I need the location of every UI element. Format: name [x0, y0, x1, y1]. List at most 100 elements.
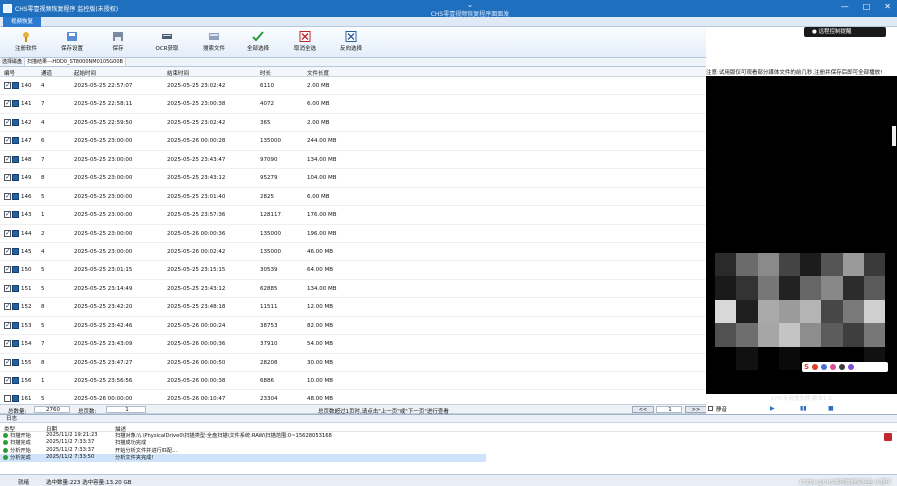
cell-end-time: 2025-05-26 00:00:38: [167, 378, 226, 384]
table-row[interactable]: 146 5 2025-05-25 23:00:00 2025-05-25 23:01:…: [0, 188, 706, 207]
pause-button[interactable]: ▮▮: [800, 405, 807, 412]
play-button[interactable]: ▶: [770, 405, 775, 412]
cell-id: 142: [21, 119, 32, 126]
row-checkbox[interactable]: [4, 247, 11, 255]
row-checkbox[interactable]: [4, 321, 11, 329]
log-date: 2025/11/2 7:33:37: [46, 439, 95, 446]
cell-duration: 30539: [260, 267, 278, 274]
table-row[interactable]: 140 4 2025-05-25 22:57:07 2025-05-25 23:02:…: [0, 77, 706, 96]
col-id-header[interactable]: 编号: [4, 69, 15, 77]
row-checkbox[interactable]: [4, 229, 11, 237]
window-controls: — □ ✕: [841, 2, 891, 11]
prev-page-button[interactable]: <<: [632, 406, 654, 413]
table-row[interactable]: 142 4 2025-05-25 22:59:50 2025-05-25 23:02:…: [0, 114, 706, 133]
table-row[interactable]: 152 8 2025-05-25 23:42:20 2025-05-25 23:48:…: [0, 298, 706, 317]
table-row[interactable]: 154 7 2025-05-25 23:43:09 2025-05-26 00:00:…: [0, 335, 706, 354]
maximize-button[interactable]: □: [863, 2, 871, 11]
cell-file-size: 46.00 MB: [307, 248, 334, 255]
table-row[interactable]: 143 1 2025-05-25 23:00:00 2025-05-25 23:57:…: [0, 206, 706, 225]
log-row[interactable]: 分析开始 2025/11/2 7:33:37 开始分析文件并进行匹配...: [0, 447, 897, 454]
cell-channel: 5: [41, 285, 45, 292]
next-page-button[interactable]: >>: [685, 406, 707, 413]
frame-pixel: [821, 253, 843, 277]
cell-channel: 7: [41, 101, 45, 108]
video-player[interactable]: S: [706, 76, 897, 394]
ime-toolbar[interactable]: S: [802, 362, 888, 372]
close-button[interactable]: ✕: [884, 2, 891, 11]
table-row[interactable]: 161 5 2025-05-26 00:00:00 2025-05-26 00:10:…: [0, 390, 706, 403]
cell-id: 150: [21, 267, 32, 274]
row-checkbox[interactable]: [4, 376, 11, 384]
uncheck-all-button[interactable]: 取消全选: [283, 29, 327, 56]
frame-pixel: [778, 323, 800, 347]
cell-duration: 4072: [260, 101, 274, 108]
row-checkbox[interactable]: [4, 136, 11, 145]
table-row[interactable]: 156 1 2025-05-25 23:56:56 2025-05-26 00:00:…: [0, 372, 706, 391]
chevron-down-icon[interactable]: ⌄: [430, 1, 510, 9]
table-row[interactable]: 155 8 2025-05-25 23:47:27 2025-05-26 00:00:…: [0, 354, 706, 372]
cell-start-time: 2025-05-25 22:59:50: [74, 119, 133, 126]
row-checkbox[interactable]: [4, 118, 11, 126]
row-checkbox[interactable]: [4, 302, 11, 311]
col-duration-header[interactable]: 时长: [260, 69, 271, 77]
table-row[interactable]: 145 4 2025-05-25 23:00:00 2025-05-26 00:02:…: [0, 243, 706, 262]
tab-scan-results[interactable]: 扫描结果---HDD0_ST8000NM0105G00B: [25, 58, 126, 66]
register-button[interactable]: 注册软件: [4, 29, 48, 56]
check-all-icon: [252, 31, 264, 42]
log-desc: 扫描对象:\\.\PhysicalDrive0\扫描类型:全盘扫描\文件系统:R…: [115, 433, 332, 439]
log-row[interactable]: 分析完成 2025/11/2 7:33:50 分析文件夹完成!: [0, 454, 486, 462]
cell-channel: 4: [41, 248, 45, 255]
row-checkbox[interactable]: [4, 173, 11, 182]
invert-select-button[interactable]: 反向选择: [329, 29, 373, 56]
invert-select-icon: [345, 31, 357, 42]
log-panel: 日志 类型 日期 描述 扫描开始 2025/11/2 19:21:23 扫描对象:\…: [0, 414, 897, 474]
table-row[interactable]: 153 5 2025-05-25 23:42:46 2025-05-26 00:00:…: [0, 317, 706, 336]
table-row[interactable]: 148 7 2025-05-25 23:00:00 2025-05-25 23:43:…: [0, 151, 706, 170]
save-button[interactable]: 保存: [96, 29, 140, 56]
table-row[interactable]: 149 8 2025-05-25 23:00:00 2025-05-25 23:43:…: [0, 169, 706, 188]
log-row[interactable]: 扫描开始 2025/11/2 19:21:23 扫描对象:\\.\PhysicalD…: [0, 432, 897, 439]
col-channel-header[interactable]: 通道: [41, 69, 52, 77]
total-count: 2760: [34, 406, 70, 413]
table-row[interactable]: 144 2 2025-05-25 23:00:00 2025-05-26 00:00:…: [0, 225, 706, 243]
video-scrollbar[interactable]: [892, 126, 896, 146]
col-end-header[interactable]: 结束时间: [167, 69, 189, 77]
row-checkbox[interactable]: [4, 81, 11, 89]
remote-control-button[interactable]: ● 远程控制提醒: [804, 27, 886, 37]
save-settings-button[interactable]: 保存设置: [50, 29, 94, 56]
menu-tab-video-recovery[interactable]: 视频恢复: [3, 17, 42, 27]
cell-duration: 28208: [260, 359, 278, 366]
toolbar: 注册软件 保存设置 保存 OCR获取 搜索文件 全部选择 取消全选 反向选择: [0, 27, 706, 58]
pager-bar: 总数量: 2760 总页数: 1 总页数超过1页时,请点击"上一页"或"下一页"…: [0, 404, 707, 415]
cell-duration: 23304: [260, 396, 278, 403]
current-page-input[interactable]: 1: [656, 406, 682, 413]
row-checkbox[interactable]: [4, 358, 11, 366]
cell-id: 149: [21, 175, 32, 182]
row-checkbox[interactable]: [4, 339, 11, 348]
title-bar: CHS零壹视频恢复程序 监控版(未授权) ⌄ CHS零壹视频恢复程序面面发布 —…: [0, 0, 897, 27]
cell-duration: 11511: [260, 304, 278, 311]
col-start-header[interactable]: 起始时间: [74, 69, 96, 77]
ocr-button[interactable]: OCR获取: [145, 29, 189, 56]
log-row[interactable]: 扫描完成 2025/11/2 7:33:37 扫描成功完成: [0, 439, 897, 446]
table-row[interactable]: 151 5 2025-05-25 23:14:49 2025-05-25 23:43:…: [0, 280, 706, 299]
minimize-button[interactable]: —: [841, 2, 849, 11]
row-checkbox[interactable]: [4, 395, 11, 403]
row-checkbox[interactable]: [4, 265, 11, 274]
row-checkbox[interactable]: [4, 192, 11, 200]
cell-channel: 7: [41, 341, 45, 348]
table-row[interactable]: 150 5 2025-05-25 23:01:15 2025-05-25 23:15:…: [0, 261, 706, 280]
check-all-button[interactable]: 全部选择: [236, 29, 280, 56]
mute-checkbox[interactable]: [708, 406, 713, 411]
row-checkbox[interactable]: [4, 210, 11, 219]
search-files-button[interactable]: 搜索文件: [192, 29, 236, 56]
cell-end-time: 2025-05-26 00:00:36: [167, 230, 226, 237]
table-row[interactable]: 141 7 2025-05-25 22:58:11 2025-05-25 23:00:…: [0, 95, 706, 114]
row-checkbox[interactable]: [4, 99, 11, 108]
col-size-header[interactable]: 文件长度: [307, 69, 329, 77]
tab-select-disk[interactable]: 选择磁盘: [0, 58, 26, 66]
table-row[interactable]: 147 6 2025-05-25 23:00:00 2025-05-26 00:00:…: [0, 132, 706, 151]
row-checkbox[interactable]: [4, 284, 11, 292]
stop-button[interactable]: ■: [828, 405, 834, 412]
row-checkbox[interactable]: [4, 155, 11, 163]
